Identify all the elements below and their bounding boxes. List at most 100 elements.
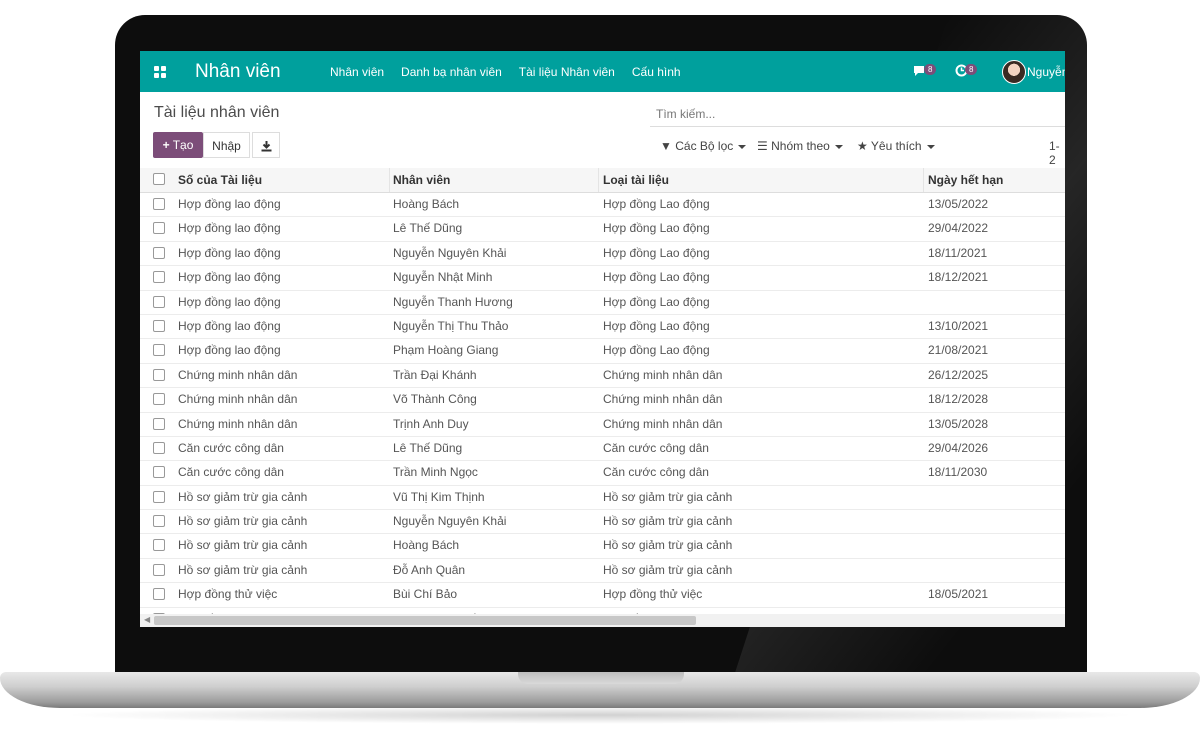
cell-doc-type: Căn cước công dân [603, 440, 709, 455]
header-doc-type[interactable]: Loại tài liệu [603, 173, 669, 187]
cell-doc-number: Chứng minh nhân dân [178, 367, 298, 382]
row-checkbox[interactable] [153, 222, 165, 235]
row-checkbox[interactable] [153, 441, 165, 454]
cell-employee: Nguyễn Thị Thu Thảo [393, 318, 509, 333]
filter-icon: ▼ [660, 139, 672, 153]
scroll-left-icon[interactable]: ◀ [144, 615, 150, 624]
row-checkbox[interactable] [153, 466, 165, 479]
cell-employee: Nguyễn Nhật Minh [393, 270, 493, 285]
cell-employee: Đỗ Anh Quân [393, 562, 466, 577]
laptop-notch [518, 672, 684, 684]
table-row[interactable]: Hợp đồng lao động Nguyễn Nhật Minh Hợp đồn… [140, 266, 1065, 291]
download-icon [261, 141, 271, 152]
cell-employee: Trần Minh Ngọc [393, 465, 478, 480]
cell-doc-number: Hợp đồng lao động [178, 343, 281, 358]
groupby-dropdown[interactable]: ☰ Nhóm theo [757, 139, 843, 153]
top-navbar: Nhân viên Nhân viên Danh bạ nhân viên Tà… [140, 51, 1065, 92]
groupby-label: Nhóm theo [771, 139, 830, 153]
filters-dropdown[interactable]: ▼ Các Bộ lọc [660, 139, 747, 153]
select-all-checkbox[interactable] [153, 173, 165, 185]
row-checkbox[interactable] [153, 295, 165, 308]
table-row[interactable]: Hợp đồng lao động Lê Thế Dũng Hợp đồng Lao… [140, 217, 1065, 242]
import-button[interactable]: Nhập [203, 132, 250, 158]
cell-expiry-date: 18/12/2028 [928, 392, 989, 407]
create-button[interactable]: + Tạo [153, 132, 203, 158]
user-name[interactable]: Nguyễn [1027, 65, 1065, 79]
cell-doc-number: Chứng minh nhân dân [178, 392, 298, 407]
cell-doc-type: Hợp đồng Lao động [603, 318, 710, 333]
cell-expiry-date: 18/05/2021 [928, 587, 989, 602]
header-employee[interactable]: Nhân viên [393, 173, 450, 187]
favorites-dropdown[interactable]: ★ Yêu thích [857, 139, 935, 153]
cell-doc-number: Căn cước công dân [178, 465, 284, 480]
cell-employee: Nguyễn Nguyên Khải [393, 245, 507, 260]
row-checkbox[interactable] [153, 271, 165, 284]
app-title[interactable]: Nhân viên [195, 61, 281, 83]
messages-badge: 8 [924, 64, 937, 75]
menu-item-employees[interactable]: Nhân viên [330, 65, 384, 79]
row-checkbox[interactable] [153, 246, 165, 259]
cell-employee: Lê Thế Dũng [393, 440, 463, 455]
row-checkbox[interactable] [153, 539, 165, 552]
table-row[interactable]: Hợp đồng thử việc Bùi Chí Bảo Hợp đồng thử… [140, 583, 1065, 608]
table-row[interactable]: Hồ sơ giảm trừ gia cảnh Hoàng Bách Hồ sơ g… [140, 534, 1065, 559]
pager-value[interactable]: 1-2 [1049, 139, 1065, 167]
cell-doc-type: Hồ sơ giảm trừ gia cảnh [603, 562, 733, 577]
row-checkbox[interactable] [153, 344, 165, 357]
row-checkbox[interactable] [153, 368, 165, 381]
cell-employee: Nguyễn Thanh Hương [393, 294, 513, 309]
table-row[interactable]: Hợp đồng lao động Hoàng Bách Hợp đồng Lao … [140, 193, 1065, 218]
horizontal-scrollbar[interactable]: ◀ [140, 614, 1065, 627]
control-panel: Tài liệu nhân viên Tìm kiếm... + Tạo Nhậ… [140, 92, 1065, 169]
table-row[interactable]: Căn cước công dân Lê Thế Dũng Căn cước côn… [140, 437, 1065, 462]
cell-doc-number: Hợp đồng thử việc [178, 587, 278, 602]
cell-expiry-date: 21/08/2021 [928, 343, 989, 358]
table-row[interactable]: Hợp đồng lao động Nguyễn Nguyên Khải Hợp đ… [140, 242, 1065, 267]
scrollbar-thumb[interactable] [154, 616, 696, 625]
cell-expiry-date: 18/11/2030 [928, 465, 988, 480]
header-doc-number[interactable]: Số của Tài liệu [178, 173, 262, 187]
cell-doc-number: Hợp đồng lao động [178, 294, 281, 309]
cell-employee: Nguyễn Nguyên Khải [393, 514, 507, 529]
cell-doc-type: Hợp đồng thử việc [603, 587, 703, 602]
menu-item-documents[interactable]: Tài liệu Nhân viên [519, 65, 615, 79]
menu-item-configuration[interactable]: Cấu hình [632, 65, 681, 79]
row-checkbox[interactable] [153, 588, 165, 601]
row-checkbox[interactable] [153, 417, 165, 430]
apps-grid-icon[interactable] [154, 66, 166, 78]
table-row[interactable]: Chứng minh nhân dân Trần Đại Khánh Chứng m… [140, 364, 1065, 389]
cell-doc-number: Chứng minh nhân dân [178, 416, 298, 431]
table-row[interactable]: Hồ sơ giảm trừ gia cảnh Nguyễn Nguyên Khả… [140, 510, 1065, 535]
row-checkbox[interactable] [153, 515, 165, 528]
cell-doc-number: Hợp đồng lao động [178, 318, 281, 333]
table-row[interactable]: Chứng minh nhân dân Trịnh Anh Duy Chứng mi… [140, 413, 1065, 437]
table-row[interactable]: Chứng minh nhân dân Võ Thành Công Chứng mi… [140, 388, 1065, 413]
cell-doc-type: Hợp đồng Lao động [603, 245, 710, 260]
cell-doc-number: Hợp đồng lao động [178, 221, 281, 236]
cell-expiry-date: 18/12/2021 [928, 270, 989, 285]
search-input[interactable]: Tìm kiếm... [650, 105, 1065, 127]
table-row[interactable]: Hồ sơ giảm trừ gia cảnh Đỗ Anh Quân Hồ sơ … [140, 559, 1065, 584]
table-row[interactable]: Căn cước công dân Trần Minh Ngọc Căn cước … [140, 461, 1065, 486]
filters-label: Các Bộ lọc [675, 139, 734, 153]
menu-item-directory[interactable]: Danh bạ nhân viên [401, 65, 502, 79]
header-expiry-date[interactable]: Ngày hết hạn [928, 173, 1003, 187]
row-checkbox[interactable] [153, 319, 165, 332]
cell-doc-number: Hồ sơ giảm trừ gia cảnh [178, 489, 308, 504]
table-row[interactable]: Hồ sơ giảm trừ gia cảnh Vũ Thị Kim Thịnh H… [140, 486, 1065, 511]
table-row[interactable]: Hợp đồng lao động Nguyễn Thị Thu Thảo Hợp … [140, 315, 1065, 340]
cell-doc-number: Hợp đồng lao động [178, 197, 281, 211]
user-avatar[interactable] [1002, 60, 1026, 84]
cell-doc-type: Hồ sơ giảm trừ gia cảnh [603, 489, 733, 504]
row-checkbox[interactable] [153, 393, 165, 406]
cell-doc-type: Hồ sơ giảm trừ gia cảnh [603, 538, 733, 553]
row-checkbox[interactable] [153, 563, 165, 576]
table-row[interactable]: Hợp đồng lao động Nguyễn Thanh Hương Hợp đ… [140, 291, 1065, 315]
app-screen: Nhân viên Nhân viên Danh bạ nhân viên Tà… [140, 51, 1065, 627]
download-button[interactable] [252, 132, 280, 158]
table-row[interactable]: Hợp đồng lao động Phạm Hoàng Giang Hợp đồn… [140, 339, 1065, 364]
activities-badge: 8 [965, 64, 978, 75]
row-checkbox[interactable] [153, 490, 165, 503]
row-checkbox[interactable] [153, 198, 165, 210]
cell-doc-type: Hợp đồng Lao động [603, 221, 710, 236]
